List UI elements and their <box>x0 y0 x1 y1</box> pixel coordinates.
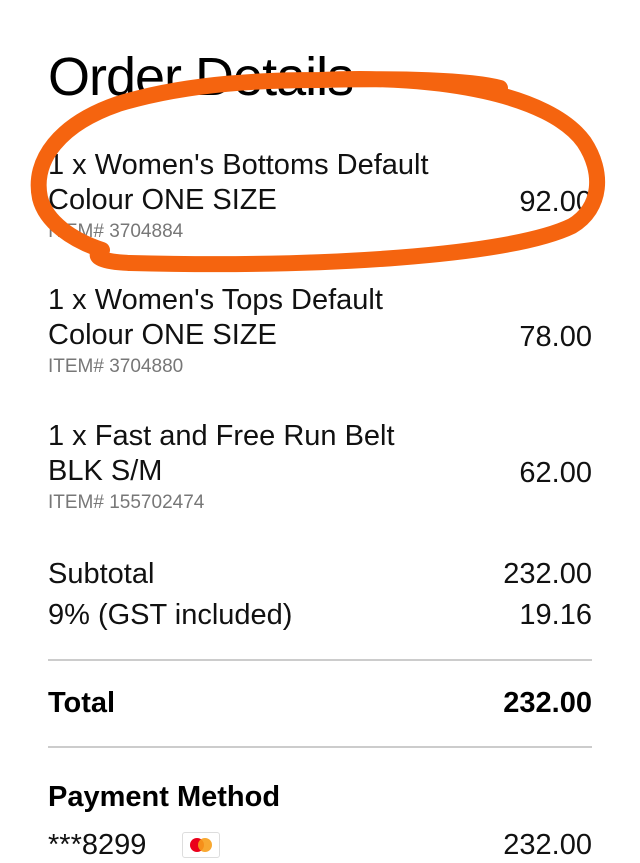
item-sku: ITEM# 3704880 <box>48 356 184 377</box>
tax-row: 9% (GST included) 19.16 <box>48 598 592 633</box>
payment-amount: 232.00 <box>503 829 592 861</box>
payment-method-heading: Payment Method <box>48 781 281 813</box>
item-price: 92.00 <box>519 186 592 218</box>
divider <box>48 659 592 661</box>
tax-value: 19.16 <box>519 599 592 631</box>
order-item[interactable]: 1 x Fast and Free Run Belt BLK S/M ITEM#… <box>48 419 592 515</box>
total-row: Total 232.00 <box>48 686 592 721</box>
divider <box>48 746 592 748</box>
item-price: 62.00 <box>519 457 592 489</box>
mastercard-icon <box>182 832 220 858</box>
item-name: 1 x Women's Tops Default Colour ONE SIZE <box>48 284 383 351</box>
total-label: Total <box>48 687 116 719</box>
item-sku: ITEM# 3704884 <box>48 221 184 242</box>
item-sku: ITEM# 155702474 <box>48 492 205 513</box>
subtotal-row: Subtotal 232.00 <box>48 557 592 592</box>
total-value: 232.00 <box>503 687 592 719</box>
order-item[interactable]: 1 x Women's Bottoms Default Colour ONE S… <box>48 148 592 244</box>
order-item[interactable]: 1 x Women's Tops Default Colour ONE SIZE… <box>48 283 592 379</box>
item-price: 78.00 <box>519 321 592 353</box>
subtotal-label: Subtotal <box>48 558 155 590</box>
item-name: 1 x Fast and Free Run Belt BLK S/M <box>48 420 395 487</box>
tax-label: 9% (GST included) <box>48 599 293 631</box>
card-number-mask: ***8299 <box>48 829 147 861</box>
page-title: Order Details <box>48 47 354 107</box>
item-name: 1 x Women's Bottoms Default Colour ONE S… <box>48 149 429 216</box>
subtotal-value: 232.00 <box>503 558 592 590</box>
